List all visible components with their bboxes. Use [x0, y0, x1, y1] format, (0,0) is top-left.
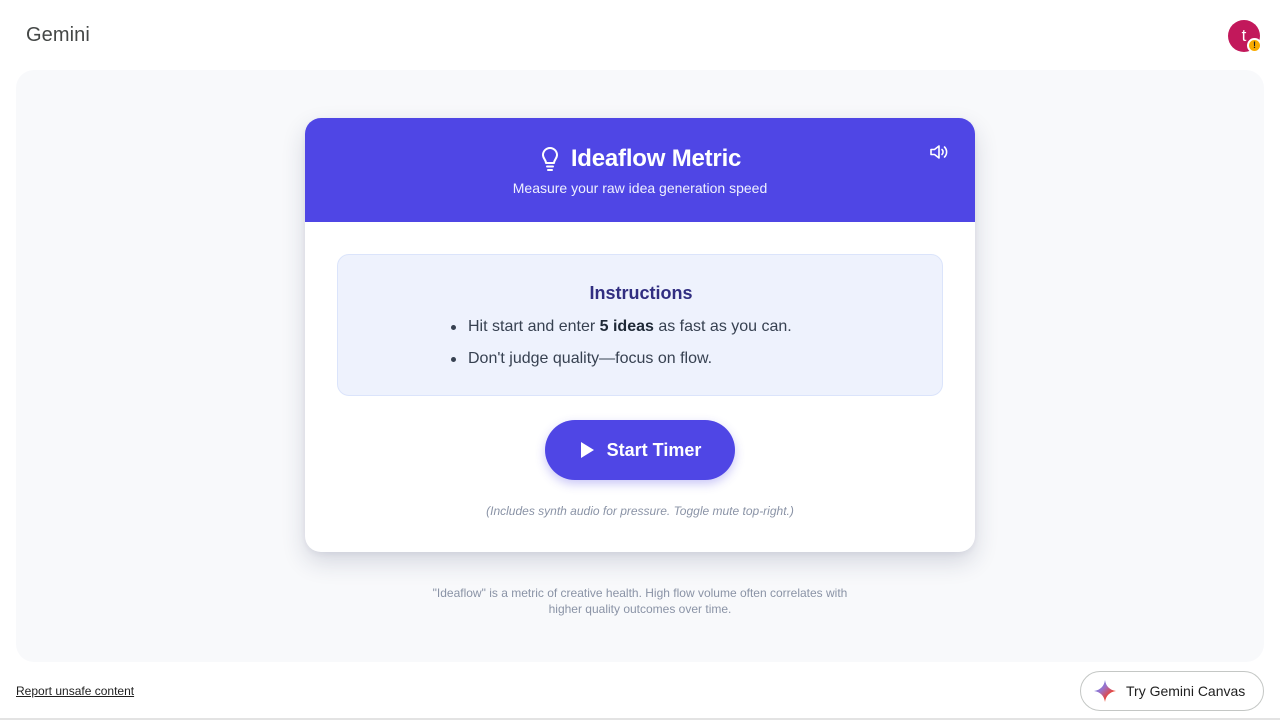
ideaflow-description: "Ideaflow" is a metric of creative healt…: [400, 585, 880, 617]
mute-toggle-button[interactable]: [927, 140, 951, 164]
play-icon: [579, 441, 595, 459]
card-title: Ideaflow Metric: [570, 145, 742, 172]
avatar-warning-badge: !: [1247, 38, 1262, 53]
card-subtitle: Measure your raw idea generation speed: [512, 180, 768, 196]
canvas-area: Ideaflow Metric Measure your raw idea ge…: [16, 70, 1264, 662]
try-gemini-canvas-button[interactable]: Try Gemini Canvas: [1080, 671, 1264, 711]
top-bar: Gemini t !: [0, 0, 1280, 70]
audio-note: (Includes synth audio for pressure. Togg…: [486, 504, 794, 518]
lightbulb-icon: [539, 146, 561, 172]
instructions-list: Hit start and enter 5 ideas as fast as y…: [450, 317, 792, 381]
card-header: Ideaflow Metric Measure your raw idea ge…: [305, 118, 975, 222]
instruction-item: Hit start and enter 5 ideas as fast as y…: [450, 317, 792, 349]
try-gemini-canvas-label: Try Gemini Canvas: [1126, 683, 1246, 699]
ideaflow-card: Ideaflow Metric Measure your raw idea ge…: [305, 118, 975, 552]
instruction-item: Don't judge quality—focus on flow.: [450, 349, 792, 381]
gemini-spark-icon: [1094, 680, 1116, 702]
start-timer-label: Start Timer: [606, 439, 702, 460]
title-row: Ideaflow Metric: [305, 144, 975, 174]
instruction-emphasis: 5 ideas: [599, 318, 654, 335]
report-unsafe-content-link[interactable]: Report unsafe content: [16, 684, 134, 698]
description-line: "Ideaflow" is a metric of creative healt…: [432, 586, 848, 600]
instruction-text: as fast as you can.: [653, 318, 792, 335]
speaker-icon: [927, 145, 951, 168]
start-timer-button[interactable]: Start Timer: [545, 420, 735, 480]
instruction-text: Don't judge quality—focus on flow.: [468, 350, 713, 367]
instruction-text: Hit start and enter: [468, 318, 600, 335]
instructions-title: Instructions: [589, 283, 693, 303]
app-brand[interactable]: Gemini: [26, 24, 90, 47]
instructions-box: Instructions Hit start and enter 5 ideas…: [337, 254, 943, 396]
description-line: higher quality outcomes over time.: [548, 602, 732, 616]
